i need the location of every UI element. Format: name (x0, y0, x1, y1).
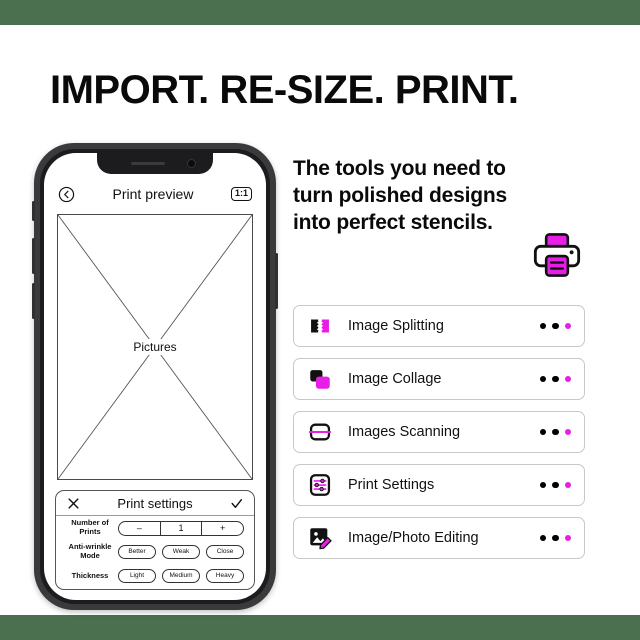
thickness-option-light[interactable]: Light (118, 569, 156, 583)
feature-label: Images Scanning (348, 424, 461, 440)
image-photo-editing-icon (310, 528, 332, 550)
dot-accent (564, 428, 571, 436)
setting-label-anti-wrinkle-mode: Anti-wrinkle Mode (68, 542, 112, 560)
dot (552, 428, 559, 436)
feature-item-print-settings[interactable]: Print Settings (293, 464, 585, 506)
checkmark-icon[interactable] (230, 497, 243, 510)
printer-icon (533, 233, 581, 277)
phone-volume-up-button[interactable] (32, 238, 35, 274)
setting-row-number-of-prints: Number of Prints – 1 + (56, 516, 254, 540)
phone-screen: Print preview 1:1 Pictures Print setting… (44, 153, 266, 600)
feature-dots[interactable] (539, 375, 571, 383)
top-decorative-band (0, 0, 640, 25)
dot (539, 534, 546, 542)
image-splitting-icon (311, 318, 329, 334)
dot-accent (564, 375, 571, 383)
feature-label: Print Settings (348, 477, 435, 493)
phone-bezel: Print preview 1:1 Pictures Print setting… (40, 149, 270, 604)
feature-label: Image/Photo Editing (348, 530, 479, 546)
dot (539, 428, 546, 436)
back-chevron-icon[interactable] (58, 186, 75, 203)
thickness-options: Light Medium Heavy (118, 569, 248, 583)
print-settings-title: Print settings (117, 495, 193, 511)
anti-wrinkle-option-weak[interactable]: Weak (162, 545, 200, 559)
anti-wrinkle-option-better[interactable]: Better (118, 545, 156, 559)
print-settings-panel: Print settings Number of Prints – 1 + An… (55, 490, 255, 590)
feature-item-image-photo-editing[interactable]: Image/Photo Editing (293, 517, 585, 559)
page-title: IMPORT. RE-SIZE. PRINT. (50, 68, 519, 112)
app-header: Print preview 1:1 (44, 180, 266, 208)
dot-accent (564, 534, 571, 542)
dot (552, 481, 559, 489)
phone-volume-down-button[interactable] (32, 283, 35, 319)
front-camera-icon (187, 159, 196, 168)
anti-wrinkle-options: Better Weak Close (118, 545, 248, 559)
dot (539, 481, 546, 489)
dot (552, 375, 559, 383)
image-collage-icon (310, 370, 330, 389)
feature-dots[interactable] (539, 428, 571, 436)
dot (539, 375, 546, 383)
setting-row-anti-wrinkle-mode: Anti-wrinkle Mode Better Weak Close (56, 540, 254, 564)
dot-accent (564, 322, 571, 330)
increment-button[interactable]: + (202, 522, 243, 535)
dot (552, 322, 559, 330)
phone-mockup: Print preview 1:1 Pictures Print setting… (32, 143, 278, 610)
feature-item-image-collage[interactable]: Image Collage (293, 358, 585, 400)
setting-label-number-of-prints: Number of Prints (71, 518, 109, 536)
thickness-option-medium[interactable]: Medium (162, 569, 200, 583)
preview-placeholder[interactable]: Pictures (57, 214, 253, 480)
right-panel: The tools you need to turn polished desi… (293, 156, 589, 277)
close-x-icon[interactable] (67, 497, 80, 510)
setting-label-thickness: Thickness (71, 570, 109, 580)
phone-silent-switch[interactable] (32, 201, 35, 221)
feature-dots[interactable] (539, 481, 571, 489)
setting-row-thickness: Thickness Light Medium Heavy (56, 564, 254, 588)
earpiece-speaker-icon (131, 162, 165, 165)
feature-label: Image Splitting (348, 318, 444, 334)
feature-list: Image Splitting Image Collage Images Sca… (293, 305, 585, 570)
bottom-decorative-band (0, 615, 640, 640)
feature-item-images-scanning[interactable]: Images Scanning (293, 411, 585, 453)
dot (539, 322, 546, 330)
feature-item-image-splitting[interactable]: Image Splitting (293, 305, 585, 347)
dot (552, 534, 559, 542)
decrement-button[interactable]: – (119, 521, 161, 535)
preview-placeholder-label: Pictures (58, 339, 252, 355)
subheading: The tools you need to turn polished desi… (293, 157, 507, 234)
phone-power-button[interactable] (275, 253, 278, 309)
ratio-badge[interactable]: 1:1 (230, 187, 252, 201)
prints-count-value: 1 (161, 521, 203, 535)
number-of-prints-stepper[interactable]: – 1 + (118, 520, 244, 536)
print-settings-header: Print settings (56, 491, 254, 516)
thickness-option-heavy[interactable]: Heavy (206, 569, 244, 583)
phone-notch (97, 153, 213, 174)
feature-dots[interactable] (539, 322, 571, 330)
feature-dots[interactable] (539, 534, 571, 542)
anti-wrinkle-option-close[interactable]: Close (206, 545, 244, 559)
feature-label: Image Collage (348, 371, 442, 387)
app-title: Print preview (112, 186, 194, 202)
dot-accent (564, 481, 571, 489)
print-settings-icon (309, 474, 331, 496)
images-scanning-icon (308, 423, 332, 441)
